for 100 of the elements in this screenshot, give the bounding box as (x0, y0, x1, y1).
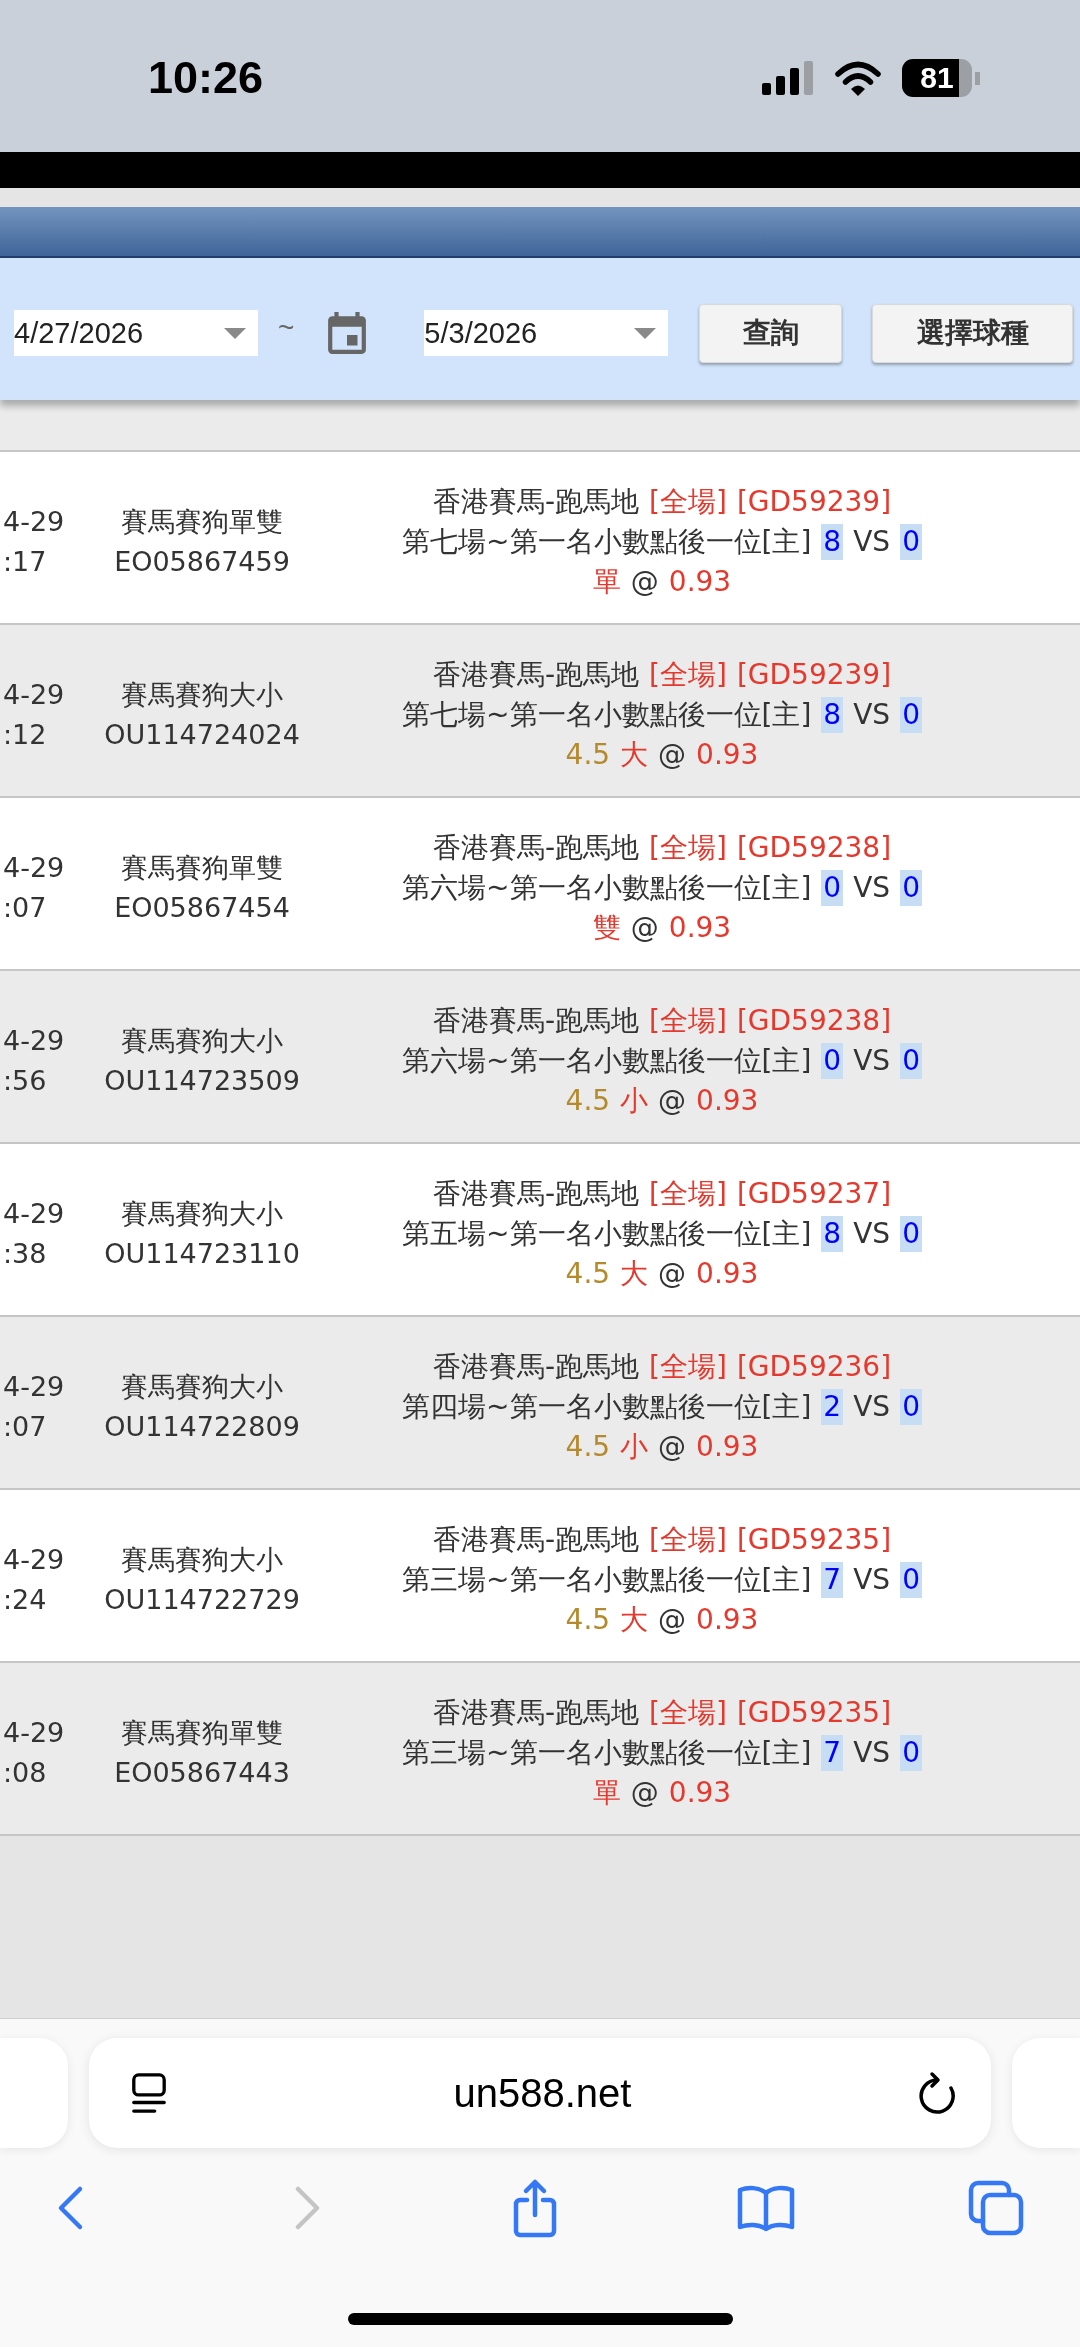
race-text: 第七場~第一名小數點後一位[主] (402, 696, 812, 733)
vs-text: VS (853, 1388, 891, 1425)
wifi-icon (834, 60, 882, 96)
scope-tag: [全場] (649, 827, 727, 868)
bet-time: :07 (3, 1409, 47, 1444)
race-text: 第三場~第一名小數點後一位[主] (402, 1561, 812, 1598)
odds-value: 0.93 (696, 736, 759, 773)
calendar-icon[interactable] (328, 312, 367, 354)
race-text: 第七場~第一名小數點後一位[主] (402, 523, 812, 560)
bet-type: 賽馬賽狗單雙 (121, 1715, 283, 1750)
sport-select-button[interactable]: 選擇球種 (872, 303, 1074, 363)
race-text: 第三場~第一名小數點後一位[主] (402, 1734, 812, 1771)
away-score: 0 (900, 1042, 922, 1079)
at-sign: @ (658, 736, 687, 773)
line-value: 4.5 (565, 736, 611, 773)
bet-time: :07 (3, 890, 47, 925)
at-sign: @ (630, 909, 659, 946)
game-code: [GD59238] (736, 1002, 892, 1039)
at-sign: @ (630, 1774, 659, 1811)
race-text: 第五場~第一名小數點後一位[主] (402, 1215, 812, 1252)
scope-tag: [全場] (649, 654, 727, 695)
ticket-number: OU114723509 (104, 1063, 300, 1098)
scope-tag: [全場] (649, 1519, 727, 1560)
odds-value: 0.93 (696, 1082, 759, 1119)
home-score: 2 (821, 1388, 844, 1425)
date-field[interactable]: 4/27/2026 (14, 310, 258, 356)
vs-text: VS (853, 523, 891, 560)
range-separator: ~ (278, 312, 295, 344)
venue-text: 香港賽馬-跑馬地 (432, 1521, 640, 1558)
bet-time: :08 (3, 1755, 47, 1790)
at-sign: @ (658, 1255, 687, 1292)
bet-date: 4-29 (3, 1715, 65, 1750)
home-score: 0 (821, 1042, 844, 1079)
race-text: 第六場~第一名小數點後一位[主] (402, 869, 812, 906)
pick-text: 大 (620, 736, 649, 773)
bet-time: :38 (3, 1236, 47, 1271)
share-icon[interactable] (512, 2178, 558, 2238)
bet-date: 4-29 (3, 504, 65, 539)
home-score: 7 (821, 1561, 844, 1598)
race-text: 第六場~第一名小數點後一位[主] (402, 1042, 812, 1079)
bet-type: 賽馬賽狗大小 (121, 1196, 283, 1231)
game-code: [GD59235] (736, 1521, 892, 1558)
vs-text: VS (853, 869, 891, 906)
game-code: [GD59235] (736, 1694, 892, 1731)
line-value: 4.5 (565, 1082, 611, 1119)
bet-time: :24 (3, 1582, 47, 1617)
home-score: 8 (821, 523, 844, 560)
vs-text: VS (853, 1734, 891, 1771)
status-time: 10:26 (148, 52, 264, 104)
scope-tag: [全場] (649, 1173, 727, 1214)
venue-text: 香港賽馬-跑馬地 (432, 829, 640, 866)
vs-text: VS (853, 696, 891, 733)
scope-tag: [全場] (649, 1346, 727, 1387)
ticket-number: EO05867443 (114, 1755, 290, 1790)
home-score: 8 (821, 1215, 844, 1252)
game-code: [GD59236] (736, 1348, 892, 1385)
query-button[interactable]: 查詢 (699, 303, 843, 363)
vs-text: VS (853, 1042, 891, 1079)
page-menu-icon[interactable] (130, 2071, 168, 2115)
address-bar[interactable]: un588.net (89, 2038, 991, 2148)
bet-date: 4-29 (3, 1369, 65, 1404)
back-icon[interactable] (56, 2185, 84, 2231)
line-value: 4.5 (565, 1601, 611, 1638)
game-code: [GD59237] (736, 1175, 892, 1212)
away-score: 0 (900, 1388, 922, 1425)
bet-date: 4-29 (3, 1196, 65, 1231)
ticket-number: OU114722729 (104, 1582, 300, 1617)
pick-text: 小 (620, 1428, 649, 1465)
venue-text: 香港賽馬-跑馬地 (432, 656, 640, 693)
vs-text: VS (853, 1215, 891, 1252)
ticket-number: OU114723110 (104, 1236, 300, 1271)
reload-icon[interactable] (917, 2071, 957, 2115)
bet-date: 4-29 (3, 850, 65, 885)
game-code: [GD59238] (736, 829, 892, 866)
away-score: 0 (900, 1215, 922, 1252)
bet-type: 賽馬賽狗大小 (121, 1023, 283, 1058)
book-icon[interactable] (737, 2184, 795, 2232)
ticket-number: OU114722809 (104, 1409, 300, 1444)
game-code: [GD59239] (736, 483, 892, 520)
pick-text: 大 (620, 1601, 649, 1638)
ticket-number: EO05867459 (114, 544, 290, 579)
date-field[interactable]: 5/3/2026 (424, 310, 669, 356)
venue-text: 香港賽馬-跑馬地 (432, 1694, 640, 1731)
home-score: 0 (821, 869, 844, 906)
tabs-icon[interactable] (968, 2180, 1024, 2236)
bet-type: 賽馬賽狗大小 (121, 677, 283, 712)
at-sign: @ (658, 1601, 687, 1638)
bet-type: 賽馬賽狗單雙 (121, 850, 283, 885)
vs-text: VS (853, 1561, 891, 1598)
signal-icon (762, 61, 814, 95)
url-text: un588.net (452, 2070, 633, 2116)
caret-icon (224, 327, 246, 339)
home-score: 7 (821, 1734, 844, 1771)
battery-percent: 81 (920, 61, 954, 95)
away-score: 0 (900, 523, 922, 560)
odds-value: 0.93 (696, 1601, 759, 1638)
at-sign: @ (658, 1082, 687, 1119)
venue-text: 香港賽馬-跑馬地 (432, 1348, 640, 1385)
ticket-number: EO05867454 (114, 890, 290, 925)
odds-value: 0.93 (668, 1774, 732, 1811)
